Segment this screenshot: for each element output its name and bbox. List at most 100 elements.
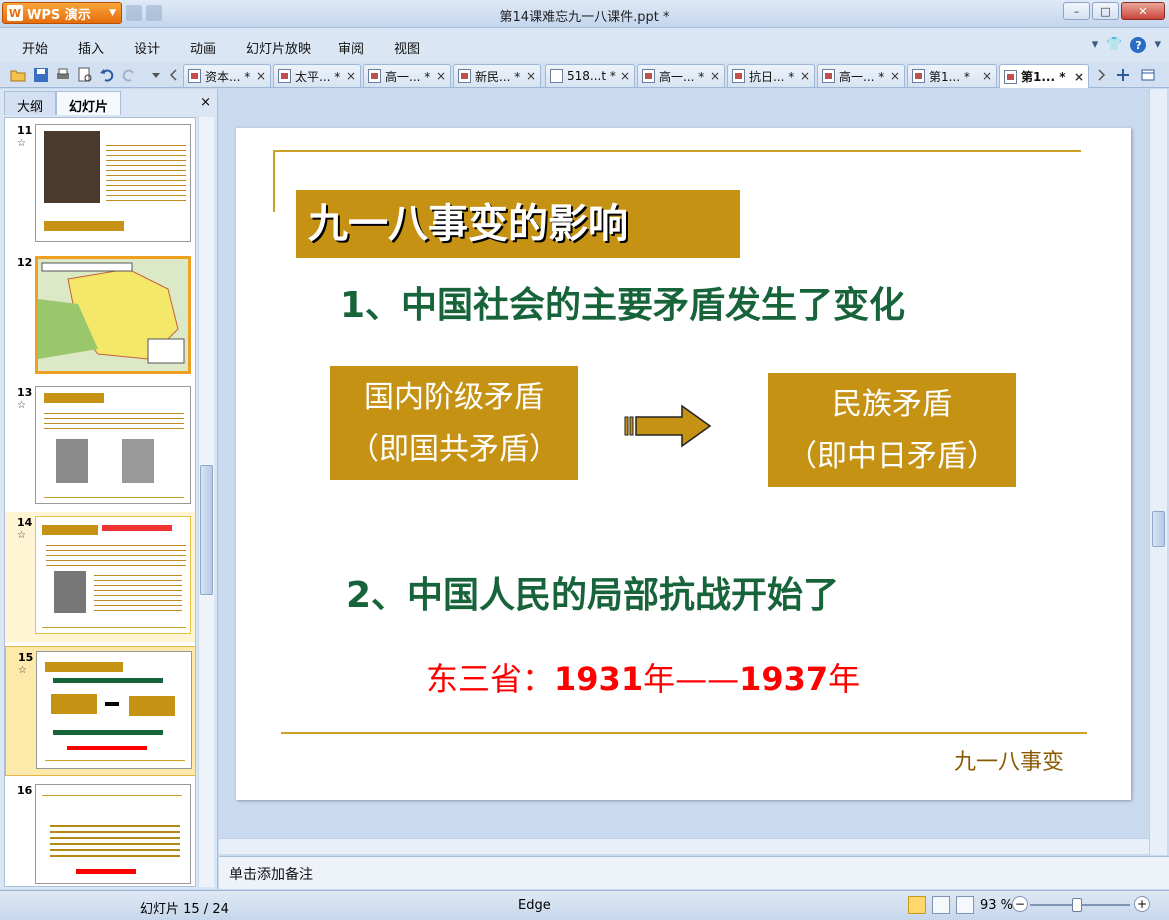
menu-slideshow[interactable]: 幻灯片放映 bbox=[246, 38, 311, 57]
close-tab-icon[interactable]: × bbox=[256, 69, 266, 83]
thumbnail-item-16[interactable]: 16 bbox=[5, 780, 195, 886]
thumbnail-item-14[interactable]: 14 ☆ bbox=[5, 512, 195, 642]
thumbnail-item-12[interactable]: 12 bbox=[5, 252, 195, 378]
close-panel-icon[interactable]: × bbox=[200, 95, 211, 110]
slide-title[interactable]: 九一八事变的影响 bbox=[296, 190, 740, 258]
tab-list-icon[interactable] bbox=[1140, 67, 1156, 83]
thumbnail-number: 13 bbox=[17, 386, 33, 399]
presentation-file-icon bbox=[458, 69, 471, 83]
thumbnail-item-15-selected[interactable]: 15 ☆ bbox=[5, 646, 195, 776]
doc-tab-4[interactable]: 新民... * × bbox=[453, 64, 541, 87]
close-tab-icon[interactable]: × bbox=[890, 69, 900, 83]
scrollbar-thumb[interactable] bbox=[200, 465, 213, 595]
thumbnail-item-11[interactable]: 11 ☆ bbox=[5, 120, 195, 248]
open-folder-icon[interactable] bbox=[10, 67, 26, 83]
slide-thumbnail bbox=[36, 651, 192, 769]
menu-animation[interactable]: 动画 bbox=[190, 38, 216, 57]
doc-tab-5[interactable]: 518...t * × bbox=[545, 64, 635, 87]
customize-toolbar-icon[interactable] bbox=[148, 67, 164, 83]
vertical-scrollbar[interactable] bbox=[1149, 89, 1167, 855]
class-conflict-box[interactable]: 国内阶级矛盾 （即国共矛盾） bbox=[330, 366, 578, 480]
scrollbar-thumb[interactable] bbox=[1152, 511, 1165, 547]
slide-thumbnail bbox=[35, 516, 191, 634]
slide-canvas[interactable]: 九一八事变的影响 1、中国社会的主要矛盾发生了变化 国内阶级矛盾 （即国共矛盾）… bbox=[236, 128, 1131, 800]
skin-icon[interactable]: 👕 bbox=[1106, 37, 1122, 53]
menu-start[interactable]: 开始 bbox=[22, 38, 48, 57]
menu-view[interactable]: 视图 bbox=[394, 38, 420, 57]
zoom-in-button[interactable]: + bbox=[1134, 896, 1150, 912]
doc-tab-8[interactable]: 高一... * × bbox=[817, 64, 905, 87]
menu-design[interactable]: 设计 bbox=[134, 38, 160, 57]
doc-tab-6[interactable]: 高一... * × bbox=[637, 64, 725, 87]
close-tab-icon[interactable]: × bbox=[526, 69, 536, 83]
doc-tab-label: 518...t * bbox=[567, 69, 616, 83]
close-tab-icon[interactable]: × bbox=[346, 69, 356, 83]
close-tab-icon[interactable]: × bbox=[710, 69, 720, 83]
thumbnail-number: 12 bbox=[17, 256, 33, 269]
right-arrow-icon bbox=[624, 404, 712, 448]
doc-tab-1[interactable]: 资本... * × bbox=[183, 64, 271, 87]
animation-star-icon: ☆ bbox=[17, 138, 26, 149]
slide-sorter-view-icon[interactable] bbox=[932, 896, 950, 914]
minimize-button[interactable]: – bbox=[1063, 2, 1090, 20]
presentation-file-icon bbox=[278, 69, 291, 83]
class-conflict-subtitle: （即国共矛盾） bbox=[349, 432, 559, 467]
chevron-down-icon[interactable]: ▾ bbox=[1154, 37, 1161, 53]
class-conflict-title: 国内阶级矛盾 bbox=[364, 380, 544, 415]
doc-tab-9[interactable]: 第1... * × bbox=[907, 64, 997, 87]
tab-outline[interactable]: 大纲 bbox=[4, 91, 57, 115]
doc-tab-2[interactable]: 太平... * × bbox=[273, 64, 361, 87]
redo-icon[interactable] bbox=[121, 67, 137, 83]
point-1-text[interactable]: 1、中国社会的主要矛盾发生了变化 bbox=[340, 276, 905, 328]
zoom-slider-handle[interactable] bbox=[1072, 898, 1082, 912]
slide-footer[interactable]: 九一八事变 bbox=[954, 744, 1064, 776]
print-preview-icon[interactable] bbox=[77, 67, 93, 83]
new-tab-icon[interactable] bbox=[1115, 67, 1131, 83]
national-conflict-title: 民族矛盾 bbox=[832, 387, 952, 422]
thumbnail-scrollbar[interactable] bbox=[198, 117, 214, 887]
menu-insert[interactable]: 插入 bbox=[78, 38, 104, 57]
zoom-level[interactable]: 93 % bbox=[980, 898, 1013, 913]
close-tab-icon[interactable]: × bbox=[436, 69, 446, 83]
save-icon[interactable] bbox=[33, 67, 49, 83]
close-tab-icon[interactable]: × bbox=[800, 69, 810, 83]
help-icon[interactable]: ? bbox=[1130, 37, 1147, 53]
notes-pane[interactable]: 单击添加备注 bbox=[219, 856, 1169, 889]
presentation-file-icon bbox=[642, 69, 655, 83]
presentation-file-icon bbox=[732, 69, 745, 83]
close-tab-icon[interactable]: × bbox=[1074, 70, 1084, 84]
slide-thumbnail bbox=[35, 256, 191, 374]
thumbnail-number: 14 bbox=[17, 516, 33, 529]
slideshow-view-icon[interactable] bbox=[956, 896, 974, 914]
tabs-scroll-right-icon[interactable] bbox=[1093, 67, 1109, 83]
close-window-button[interactable]: ✕ bbox=[1121, 2, 1165, 20]
doc-tab-label: 抗日... * bbox=[749, 69, 795, 84]
point-2-text[interactable]: 2、中国人民的局部抗战开始了 bbox=[346, 566, 839, 618]
thumbnail-list: 11 ☆ 12 13 ☆ 14 ☆ 15 ☆ 16 bbox=[4, 117, 196, 887]
restore-button[interactable]: □ bbox=[1092, 2, 1119, 20]
view-switcher bbox=[908, 896, 974, 914]
tabs-scroll-left-icon[interactable] bbox=[166, 67, 182, 83]
doc-tab-label: 高一... * bbox=[659, 69, 705, 84]
doc-tab-label: 太平... * bbox=[295, 69, 341, 84]
close-tab-icon[interactable]: × bbox=[982, 69, 992, 83]
national-conflict-box[interactable]: 民族矛盾 （即中日矛盾） bbox=[768, 373, 1016, 487]
doc-tab-3[interactable]: 高一... * × bbox=[363, 64, 451, 87]
horizontal-scrollbar[interactable] bbox=[219, 838, 1149, 854]
doc-tab-7[interactable]: 抗日... * × bbox=[727, 64, 815, 87]
print-icon[interactable] bbox=[55, 67, 71, 83]
close-tab-icon[interactable]: × bbox=[620, 69, 630, 83]
menu-review[interactable]: 审阅 bbox=[338, 38, 364, 57]
presentation-file-icon bbox=[368, 69, 381, 83]
zoom-out-button[interactable]: − bbox=[1012, 896, 1028, 912]
undo-icon[interactable] bbox=[99, 67, 115, 83]
normal-view-icon[interactable] bbox=[908, 896, 926, 914]
thumbnail-item-13[interactable]: 13 ☆ bbox=[5, 382, 195, 508]
slide-thumbnail bbox=[35, 124, 191, 242]
collapse-ribbon-icon[interactable]: ▾ bbox=[1092, 37, 1099, 53]
resistance-period[interactable]: 东三省：1931年——1937年 bbox=[426, 654, 860, 700]
theme-name: Edge bbox=[518, 898, 551, 913]
doc-tab-10-active[interactable]: 第1... * × bbox=[999, 64, 1089, 88]
tab-slides[interactable]: 幻灯片 bbox=[56, 91, 122, 115]
year-unit: 年 bbox=[828, 660, 861, 698]
